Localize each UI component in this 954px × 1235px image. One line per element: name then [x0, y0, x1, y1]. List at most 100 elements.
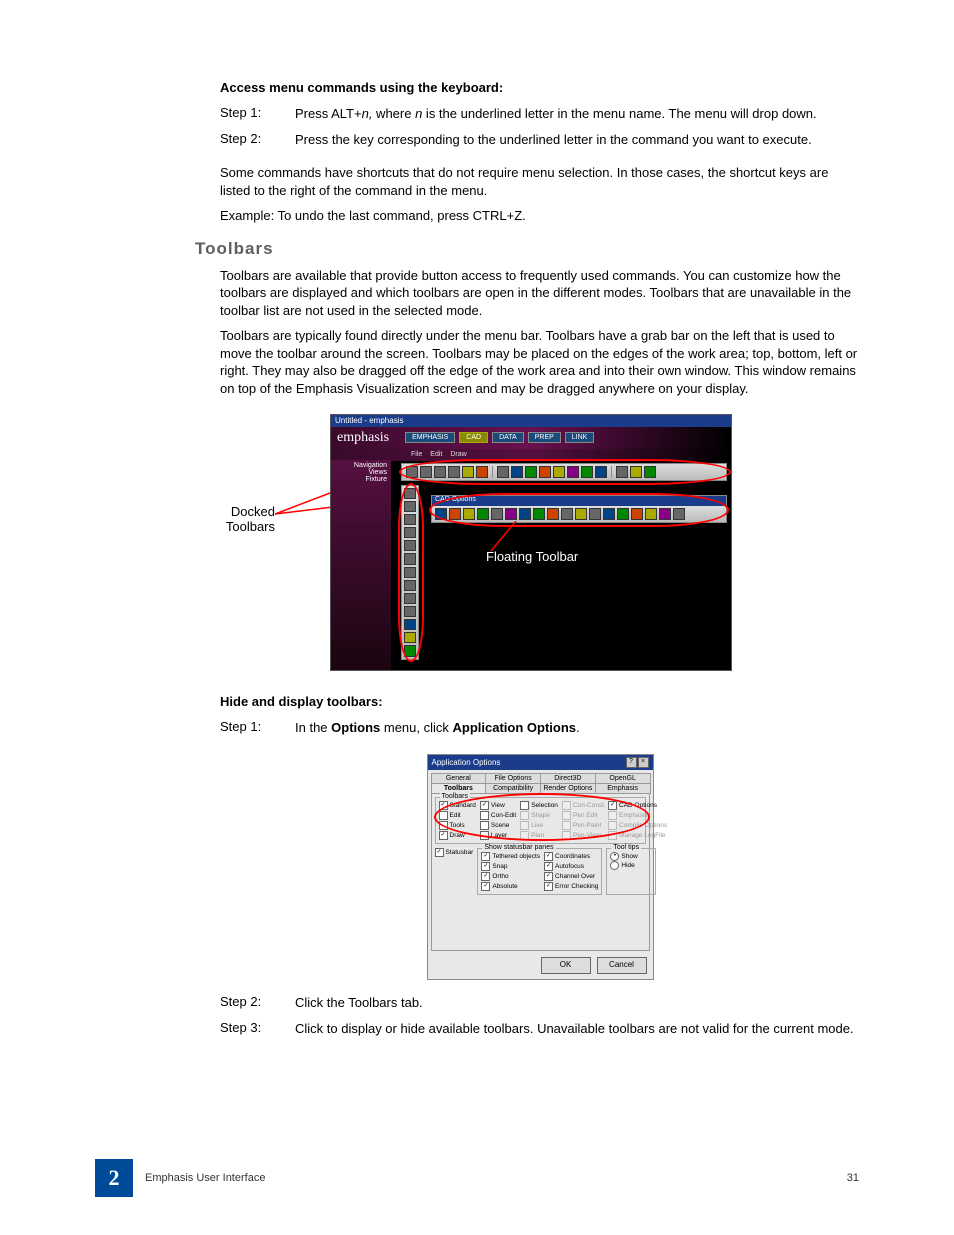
toolbar-icon[interactable] [595, 466, 607, 478]
checkbox-toolbar[interactable]: ✓View [480, 801, 516, 810]
menu-item[interactable]: Edit [430, 451, 442, 458]
toolbar-icon[interactable] [659, 508, 671, 520]
checkbox-toolbar[interactable]: Scene [480, 821, 516, 830]
mode-tab[interactable]: LINK [565, 432, 595, 443]
checkbox-toolbar[interactable]: Selection [520, 801, 558, 810]
toolbar-icon[interactable] [434, 466, 446, 478]
toolbar-icon[interactable] [463, 508, 475, 520]
group-label: Show statusbar panes [482, 844, 555, 851]
step-text: Press ALT+n, where n is the underlined l… [295, 105, 817, 131]
toolbar-icon[interactable] [448, 466, 460, 478]
toolbar-icon[interactable] [519, 508, 531, 520]
toolbar-icon[interactable] [539, 466, 551, 478]
mode-tab[interactable]: DATA [492, 432, 524, 443]
panel-item[interactable]: Fixture [335, 476, 387, 483]
toolbar-icon[interactable] [567, 466, 579, 478]
toolbar-icon[interactable] [404, 553, 416, 564]
docked-toolbar-side[interactable] [401, 485, 419, 660]
menu-name: Options [331, 720, 380, 735]
toolbar-icon[interactable] [404, 567, 416, 578]
toolbar-icon[interactable] [553, 466, 565, 478]
toolbar-icon[interactable] [533, 508, 545, 520]
checkbox-label: Tethered objects [492, 853, 540, 860]
checkbox-pane[interactable]: ✓Tethered objects [481, 852, 540, 861]
checkbox-pane[interactable]: ✓Channel Over [544, 872, 598, 881]
checkbox-pane[interactable]: ✓Error Checking [544, 882, 598, 891]
mode-tab[interactable]: PREP [528, 432, 561, 443]
checkbox-toolbar[interactable]: Con-Edit [480, 811, 516, 820]
checkbox-pane[interactable]: ✓Snap [481, 862, 540, 871]
checkbox-icon [608, 821, 617, 830]
radio-tooltip[interactable]: Hide [610, 861, 652, 870]
mode-tab[interactable]: CAD [459, 432, 488, 443]
toolbar-icon[interactable] [404, 619, 416, 630]
checkbox-pane[interactable]: ✓Coordinates [544, 852, 598, 861]
docked-toolbar-top[interactable] [401, 463, 727, 481]
mode-tab[interactable]: EMPHASIS [405, 432, 455, 443]
toolbar-icon[interactable] [462, 466, 474, 478]
panel-item[interactable]: Navigation [335, 462, 387, 469]
checkbox-toolbar[interactable]: ✓CAD Options [608, 801, 667, 810]
toolbar-icon[interactable] [561, 508, 573, 520]
toolbar-icon[interactable] [547, 508, 559, 520]
checkbox-toolbar[interactable]: ✓Standard [439, 801, 476, 810]
toolbar-icon[interactable] [497, 466, 509, 478]
checkbox-toolbar[interactable]: ✓Draw [439, 831, 476, 840]
toolbar-icon[interactable] [511, 466, 523, 478]
radio-tooltip[interactable]: •Show [610, 852, 652, 861]
checkbox-toolbar[interactable]: Edit [439, 811, 476, 820]
toolbar-icon[interactable] [630, 466, 642, 478]
close-icon[interactable]: × [638, 757, 649, 768]
toolbar-icon[interactable] [404, 540, 416, 551]
checkbox-label: Autofocus [555, 863, 584, 870]
checkbox-label: Standard [450, 802, 476, 809]
toolbar-icon[interactable] [420, 466, 432, 478]
toolbar-icon[interactable] [491, 508, 503, 520]
checkbox-pane[interactable]: ✓Absolute [481, 882, 540, 891]
toolbar-icon[interactable] [404, 593, 416, 604]
toolbar-icon[interactable] [603, 508, 615, 520]
toolbar-icon[interactable] [404, 527, 416, 538]
toolbar-icon[interactable] [673, 508, 685, 520]
toolbar-icon[interactable] [406, 466, 418, 478]
checkbox-toolbar: Pen-Paint [562, 821, 604, 830]
toolbar-icon[interactable] [404, 606, 416, 617]
command-name: Application Options [453, 720, 577, 735]
toolbar-icon[interactable] [631, 508, 643, 520]
toolbar-icon[interactable] [525, 466, 537, 478]
ok-button[interactable]: OK [541, 957, 591, 974]
floating-toolbar[interactable]: CAD Options [431, 495, 727, 523]
toolbar-icon[interactable] [581, 466, 593, 478]
toolbar-icon[interactable] [644, 466, 656, 478]
toolbar-icon[interactable] [404, 488, 416, 499]
help-icon[interactable]: ? [626, 757, 637, 768]
menu-item[interactable]: File [411, 451, 422, 458]
toolbar-icon[interactable] [589, 508, 601, 520]
checkbox-toolbar[interactable]: Layer [480, 831, 516, 840]
toolbar-icon[interactable] [449, 508, 461, 520]
callout-docked-toolbars: Docked Toolbars [200, 504, 275, 535]
checkbox-pane[interactable]: ✓Ortho [481, 872, 540, 881]
toolbar-icon[interactable] [435, 508, 447, 520]
toolbar-icon[interactable] [404, 632, 416, 643]
toolbar-icon[interactable] [404, 645, 416, 656]
menu-item[interactable]: Draw [450, 451, 466, 458]
checkbox-statusbar[interactable]: ✓Statusbar [435, 848, 474, 857]
checkbox-label: Pen-View [573, 832, 601, 839]
group-label: Toolbars [440, 793, 470, 800]
checkbox-icon: ✓ [544, 852, 553, 861]
toolbar-icon[interactable] [616, 466, 628, 478]
toolbar-icon[interactable] [575, 508, 587, 520]
toolbar-icon[interactable] [477, 508, 489, 520]
checkbox-toolbar[interactable]: Tools [439, 821, 476, 830]
toolbar-icon[interactable] [505, 508, 517, 520]
toolbar-icon[interactable] [645, 508, 657, 520]
toolbar-icon[interactable] [404, 501, 416, 512]
toolbar-icon[interactable] [404, 514, 416, 525]
toolbar-icon[interactable] [476, 466, 488, 478]
checkbox-pane[interactable]: ✓Autofocus [544, 862, 598, 871]
cancel-button[interactable]: Cancel [597, 957, 647, 974]
panel-item[interactable]: Views [335, 469, 387, 476]
toolbar-icon[interactable] [617, 508, 629, 520]
toolbar-icon[interactable] [404, 580, 416, 591]
